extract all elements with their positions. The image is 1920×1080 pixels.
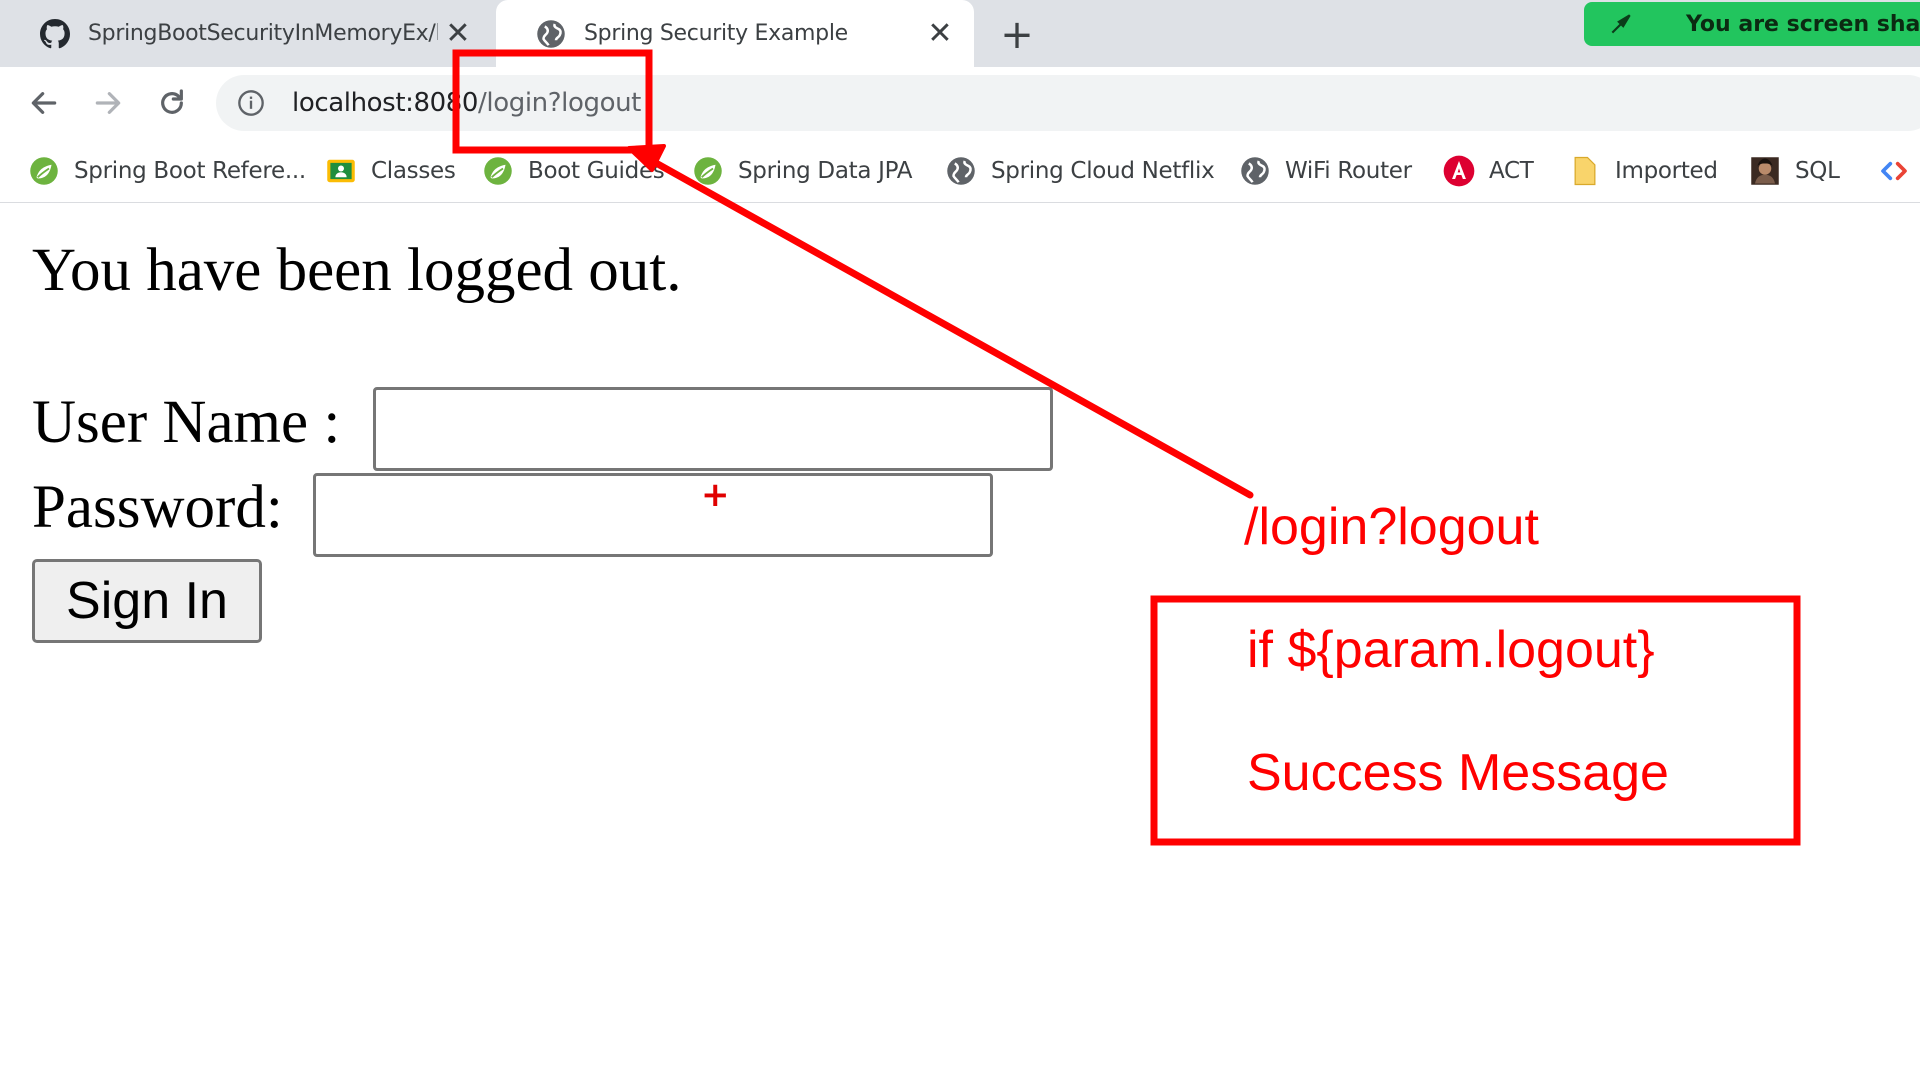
- screen-share-icon: [1608, 9, 1634, 39]
- bookmark-wifi-router[interactable]: WiFi Router: [1239, 150, 1412, 192]
- spring-leaf-icon: [28, 155, 60, 187]
- classroom-icon: [325, 155, 357, 187]
- annotation-result: Success Message: [1247, 744, 1669, 802]
- crosshair-cursor-icon: +: [701, 475, 730, 515]
- bookmark-spring-cloud-netflix[interactable]: Spring Cloud Netflix: [945, 150, 1215, 192]
- screenshot-root: SpringBootSecurityInMemoryEx/l ✕ Spring …: [0, 0, 1920, 1080]
- bookmark-imported[interactable]: Imported: [1569, 150, 1718, 192]
- new-tab-button[interactable]: +: [994, 12, 1040, 58]
- browser-toolbar: localhost:8080/login?logout: [0, 67, 1920, 140]
- url-path: /login?logout: [478, 88, 641, 118]
- back-arrow-icon: [31, 92, 57, 114]
- back-button[interactable]: [20, 79, 68, 127]
- bookmark-label: Spring Cloud Netflix: [991, 158, 1215, 184]
- folder-icon: [1569, 155, 1601, 187]
- spring-leaf-icon: [482, 155, 514, 187]
- password-label: Password:: [32, 474, 283, 541]
- annotation-condition: if ${param.logout}: [1247, 621, 1655, 679]
- address-bar[interactable]: localhost:8080/login?logout: [216, 75, 1920, 131]
- tab-spring-security-example[interactable]: Spring Security Example ✕: [496, 0, 974, 67]
- forward-arrow-icon: [95, 92, 121, 114]
- bookmark-spring-data-jpa[interactable]: Spring Data JPA: [692, 150, 912, 192]
- tab-title: Spring Security Example: [584, 21, 848, 46]
- tab-close-icon[interactable]: ✕: [438, 14, 478, 54]
- globe-icon: [945, 155, 977, 187]
- avatar-icon: [1749, 155, 1781, 187]
- username-input[interactable]: [373, 387, 1053, 471]
- bookmark-label: Imported: [1615, 158, 1718, 184]
- screen-share-banner[interactable]: You are screen shari: [1584, 2, 1920, 46]
- tab-github-repo[interactable]: SpringBootSecurityInMemoryEx/l ✕: [0, 0, 492, 67]
- url-text[interactable]: localhost:8080/login?logout: [292, 88, 641, 118]
- bookmark-sql[interactable]: SQL: [1749, 150, 1840, 192]
- site-info-icon[interactable]: [234, 86, 268, 120]
- spring-leaf-icon: [692, 155, 724, 187]
- bookmark-spring-boot-reference[interactable]: Spring Boot Refere...: [28, 150, 306, 192]
- bookmark-label: Boot Guides: [528, 158, 665, 184]
- bookmark-label: Spring Data JPA: [738, 158, 913, 184]
- bookmark-overflow[interactable]: [1878, 150, 1920, 192]
- github-icon: [38, 17, 72, 51]
- globe-icon: [534, 17, 568, 51]
- globe-icon: [1239, 155, 1271, 187]
- username-label: User Name :: [32, 389, 341, 456]
- tab-close-icon[interactable]: ✕: [920, 14, 960, 54]
- password-input[interactable]: [313, 473, 993, 557]
- bookmark-classes[interactable]: Classes: [325, 150, 456, 192]
- annotation-path-label: /login?logout: [1244, 498, 1539, 556]
- tab-title: SpringBootSecurityInMemoryEx/l: [88, 21, 438, 46]
- reload-button[interactable]: [148, 79, 196, 127]
- bookmark-label: Spring Boot Refere...: [74, 158, 306, 184]
- bookmark-label: SQL: [1795, 158, 1840, 184]
- bookmark-label: ACT: [1489, 158, 1534, 184]
- bookmark-label: WiFi Router: [1285, 158, 1412, 184]
- logout-message: You have been logged out.: [32, 237, 682, 304]
- reload-icon: [161, 89, 183, 114]
- url-host: localhost:8080: [292, 88, 479, 118]
- bookmark-boot-guides[interactable]: Boot Guides: [482, 150, 665, 192]
- tab-strip: SpringBootSecurityInMemoryEx/l ✕ Spring …: [0, 0, 1920, 67]
- bookmark-act[interactable]: ACT: [1443, 150, 1534, 192]
- bookmarks-bar: Spring Boot Refere... Classes Boot Guide…: [0, 140, 1920, 203]
- screen-share-text: You are screen shari: [1686, 11, 1920, 37]
- code-brackets-icon: [1878, 155, 1910, 187]
- forward-button[interactable]: [84, 79, 132, 127]
- sign-in-button[interactable]: Sign In: [32, 559, 262, 643]
- bookmark-label: Classes: [371, 158, 456, 184]
- angular-icon: [1443, 155, 1475, 187]
